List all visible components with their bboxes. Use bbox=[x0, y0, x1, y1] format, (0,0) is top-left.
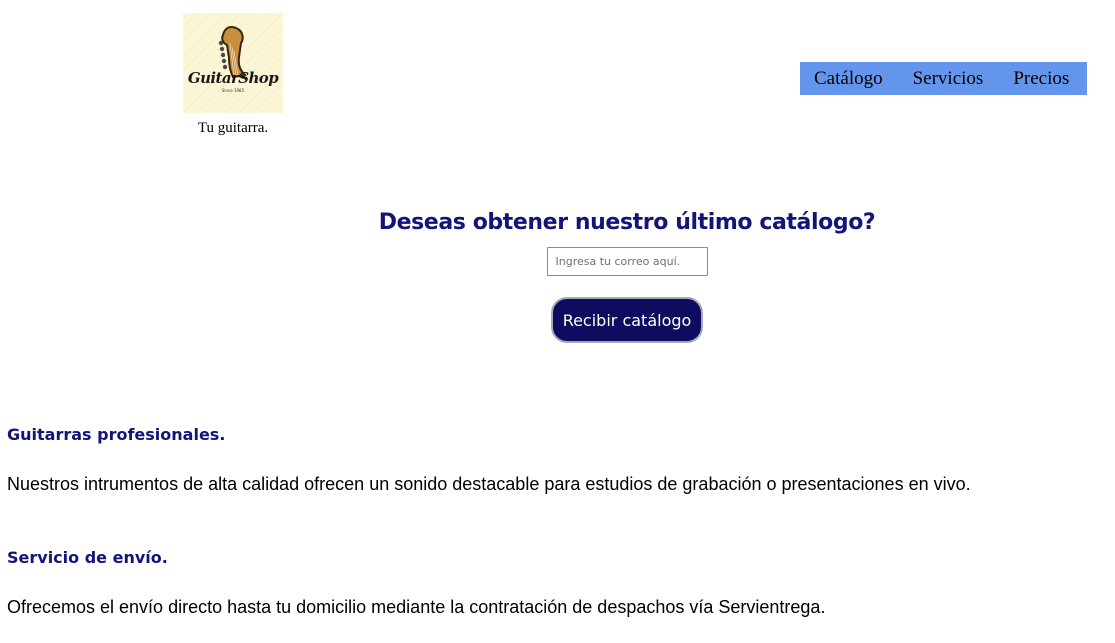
main-nav: Catálogo Servicios Precios bbox=[800, 62, 1087, 95]
email-field[interactable] bbox=[546, 247, 708, 276]
guitar-shop-logo[interactable]: GuitarShop Since 1985 bbox=[183, 13, 283, 113]
subscribe-heading: Deseas obtener nuestro último catálogo? bbox=[378, 210, 876, 235]
section-text: Nuestros intrumentos de alta calidad ofr… bbox=[7, 474, 971, 494]
guitar-headstock-icon bbox=[183, 13, 283, 113]
logo-wordmark: GuitarShop bbox=[187, 69, 279, 87]
section-title: Guitarras profesionales. bbox=[7, 425, 226, 444]
catalog-subscribe-section: Deseas obtener nuestro último catálogo? … bbox=[170, 210, 1084, 343]
info-section-shipping: Servicio de envío. Ofrecemos el envío di… bbox=[7, 548, 1107, 618]
receive-catalog-button[interactable]: Recibir catálogo bbox=[550, 297, 704, 343]
section-title: Servicio de envío. bbox=[7, 548, 168, 567]
brand: GuitarShop Since 1985 Tu guitarra. bbox=[183, 13, 283, 137]
nav-link-servicios[interactable]: Servicios bbox=[913, 68, 984, 90]
info-section-guitars: Guitarras profesionales. Nuestros intrum… bbox=[7, 425, 1107, 495]
tagline: Tu guitarra. bbox=[197, 120, 269, 136]
logo-since: Since 1985 bbox=[221, 88, 245, 93]
nav-link-catalogo[interactable]: Catálogo bbox=[814, 68, 883, 90]
nav-link-precios[interactable]: Precios bbox=[1013, 68, 1069, 90]
section-text: Ofrecemos el envío directo hasta tu domi… bbox=[7, 597, 826, 617]
